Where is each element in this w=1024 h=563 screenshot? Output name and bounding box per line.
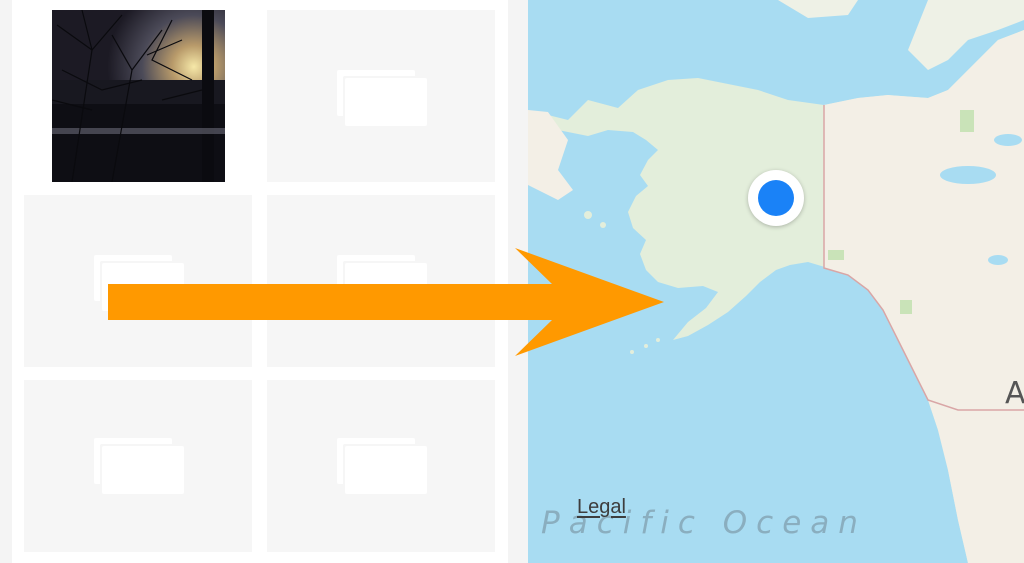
legal-link[interactable]: Legal <box>577 496 626 519</box>
photo-placeholder[interactable] <box>24 195 252 367</box>
current-location-marker[interactable] <box>748 170 804 226</box>
photo-placeholder[interactable] <box>267 380 495 552</box>
location-dot-icon <box>758 180 794 216</box>
photo-placeholder[interactable] <box>267 195 495 367</box>
photo-placeholder[interactable] <box>24 380 252 552</box>
photo-placeholder[interactable] <box>267 10 495 182</box>
map-terrain <box>528 0 1024 563</box>
map-place-label: A <box>1005 376 1024 411</box>
image-placeholder-front <box>102 446 184 494</box>
photo-gallery <box>0 0 528 563</box>
gallery-gutter-right <box>508 0 528 563</box>
image-placeholder-front <box>345 263 427 311</box>
map-view[interactable] <box>528 0 1024 563</box>
photo-thumbnail[interactable] <box>52 10 225 182</box>
image-placeholder-front <box>345 78 427 126</box>
gallery-gutter-left <box>0 0 12 563</box>
image-placeholder-front <box>345 446 427 494</box>
image-placeholder-front <box>102 263 184 311</box>
sunset-photo <box>52 10 225 182</box>
